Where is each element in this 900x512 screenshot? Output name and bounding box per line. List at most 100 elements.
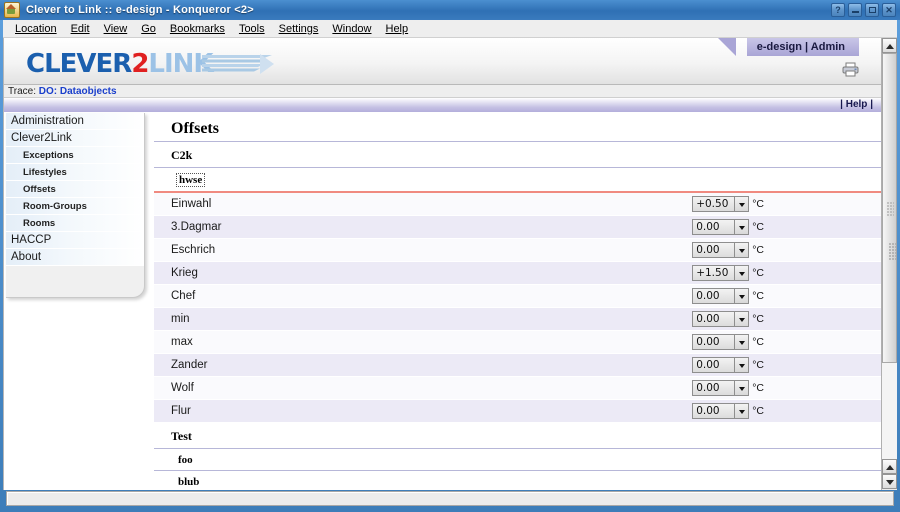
offset-select-value[interactable]: 0.00 xyxy=(692,288,735,304)
offset-select-value[interactable]: 0.00 xyxy=(692,403,735,419)
splitter-grip[interactable] xyxy=(889,243,896,261)
offset-select-value[interactable]: +1.50 xyxy=(692,265,735,281)
menu-item-window[interactable]: Window xyxy=(325,22,378,36)
scroll-down-button[interactable] xyxy=(882,474,897,489)
menu-item-location[interactable]: Location xyxy=(8,22,64,36)
offset-control-chef[interactable]: 0.00 °C xyxy=(692,288,764,304)
table-row: Flur 0.00 °C xyxy=(154,400,881,423)
unit-label: °C xyxy=(752,313,764,325)
sidebar-item-about[interactable]: About xyxy=(6,249,144,266)
chevron-down-icon[interactable] xyxy=(734,196,750,212)
row-label-dagmar: 3.Dagmar xyxy=(171,221,222,233)
menu-item-tools[interactable]: Tools xyxy=(232,22,272,36)
tab-edesign-admin[interactable]: e-design | Admin xyxy=(746,38,859,56)
offset-control-krieg[interactable]: +1.50 °C xyxy=(692,265,764,281)
offset-control-dagmar[interactable]: 0.00 °C xyxy=(692,219,764,235)
chevron-down-icon[interactable] xyxy=(734,403,750,419)
row-label-flur: Flur xyxy=(171,405,191,417)
subsection-blub[interactable]: blub xyxy=(154,471,881,490)
sidebar-item-lifestyles[interactable]: Lifestyles xyxy=(6,164,144,181)
table-row: Zander 0.00 °C xyxy=(154,354,881,377)
chevron-down-icon[interactable] xyxy=(734,357,750,373)
sidebar-item-rooms[interactable]: Rooms xyxy=(6,215,144,232)
offset-select-value[interactable]: 0.00 xyxy=(692,311,735,327)
triangle-up-icon xyxy=(886,465,894,470)
help-link[interactable]: | Help | xyxy=(840,98,873,112)
chevron-down-icon[interactable] xyxy=(734,265,750,281)
main-content: Offsets C2k hwse Einwahl +0.50 °C 3.Dagm… xyxy=(154,116,881,490)
unit-label: °C xyxy=(752,382,764,394)
clever2link-logo: CLEVER2LINK xyxy=(26,49,214,79)
chevron-down-icon[interactable] xyxy=(734,288,750,304)
offset-control-max[interactable]: 0.00 °C xyxy=(692,334,764,350)
unit-label: °C xyxy=(752,290,764,302)
sidebar-panel: Administration Clever2Link Exceptions Li… xyxy=(6,113,145,298)
scroll-up-button[interactable] xyxy=(882,459,897,474)
offset-control-min[interactable]: 0.00 °C xyxy=(692,311,764,327)
menu-item-help[interactable]: Help xyxy=(379,22,416,36)
menu-label-go: Go xyxy=(141,22,156,35)
offset-control-eschrich[interactable]: 0.00 °C xyxy=(692,242,764,258)
printer-icon[interactable] xyxy=(842,62,859,77)
trace-link-dataobjects[interactable]: DO: Dataobjects xyxy=(39,86,117,97)
menu-item-view[interactable]: View xyxy=(97,22,135,36)
offset-control-einwahl[interactable]: +0.50 °C xyxy=(692,196,764,212)
offset-select-value[interactable]: 0.00 xyxy=(692,357,735,373)
chevron-down-icon[interactable] xyxy=(734,242,750,258)
sidebar-item-haccp[interactable]: HACCP xyxy=(6,232,144,249)
row-label-chef: Chef xyxy=(171,290,196,302)
triangle-down-icon xyxy=(886,480,894,485)
offset-select-value[interactable]: 0.00 xyxy=(692,242,735,258)
subsection-foo[interactable]: foo xyxy=(154,449,881,471)
sidebar-item-clever2link[interactable]: Clever2Link xyxy=(6,130,144,147)
help-band: | Help | xyxy=(4,98,881,112)
unit-label: °C xyxy=(752,405,764,417)
status-bar xyxy=(6,491,894,506)
scrollbar-thumb[interactable] xyxy=(882,53,897,363)
help-button[interactable]: ? xyxy=(831,3,845,17)
table-row: 3.Dagmar 0.00 °C xyxy=(154,216,881,239)
vertical-scrollbar[interactable] xyxy=(881,38,897,490)
offset-select-value[interactable]: 0.00 xyxy=(692,380,735,396)
chevron-down-icon[interactable] xyxy=(734,380,750,396)
section-heading-test: Test xyxy=(154,423,881,449)
focused-group-hwse[interactable]: hwse xyxy=(154,168,881,193)
chevron-down-icon[interactable] xyxy=(734,219,750,235)
scrollbar-grip xyxy=(887,202,894,216)
menu-label-view: View xyxy=(103,22,128,35)
offset-control-zander[interactable]: 0.00 °C xyxy=(692,357,764,373)
logo-part-clever: CLEVER xyxy=(26,49,132,79)
sidebar-item-administration[interactable]: Administration xyxy=(6,113,144,130)
menu-item-settings[interactable]: Settings xyxy=(272,22,326,36)
menu-item-bookmarks[interactable]: Bookmarks xyxy=(163,22,232,36)
close-button[interactable]: ✕ xyxy=(882,3,896,17)
table-row: Eschrich 0.00 °C xyxy=(154,239,881,262)
row-label-einwahl: Einwahl xyxy=(171,198,212,210)
offset-control-wolf[interactable]: 0.00 °C xyxy=(692,380,764,396)
menu-item-edit[interactable]: Edit xyxy=(64,22,97,36)
scroll-up-button-top[interactable] xyxy=(882,38,897,53)
konqueror-window: Clever to Link :: e-design - Konqueror <… xyxy=(0,0,900,512)
unit-label: °C xyxy=(752,336,764,348)
sidebar-item-offsets[interactable]: Offsets xyxy=(6,181,144,198)
chevron-down-icon[interactable] xyxy=(734,334,750,350)
logo-arrow-icon xyxy=(202,54,274,74)
maximize-button[interactable] xyxy=(865,3,879,17)
menu-item-go[interactable]: Go xyxy=(134,22,163,36)
table-row: min 0.00 °C xyxy=(154,308,881,331)
table-row: Krieg +1.50 °C xyxy=(154,262,881,285)
table-row: max 0.00 °C xyxy=(154,331,881,354)
window-title: Clever to Link :: e-design - Konqueror <… xyxy=(26,4,254,16)
offset-select-value[interactable]: 0.00 xyxy=(692,219,735,235)
sidebar-item-room-groups[interactable]: Room-Groups xyxy=(6,198,144,215)
row-label-max: max xyxy=(171,336,193,348)
offset-control-flur[interactable]: 0.00 °C xyxy=(692,403,764,419)
sidebar-item-exceptions[interactable]: Exceptions xyxy=(6,147,144,164)
table-row: Chef 0.00 °C xyxy=(154,285,881,308)
minimize-button[interactable] xyxy=(848,3,862,17)
menu-label-window: Window xyxy=(332,22,372,35)
menu-label-settings: Settings xyxy=(278,22,319,35)
chevron-down-icon[interactable] xyxy=(734,311,750,327)
offset-select-value[interactable]: +0.50 xyxy=(692,196,735,212)
offset-select-value[interactable]: 0.00 xyxy=(692,334,735,350)
